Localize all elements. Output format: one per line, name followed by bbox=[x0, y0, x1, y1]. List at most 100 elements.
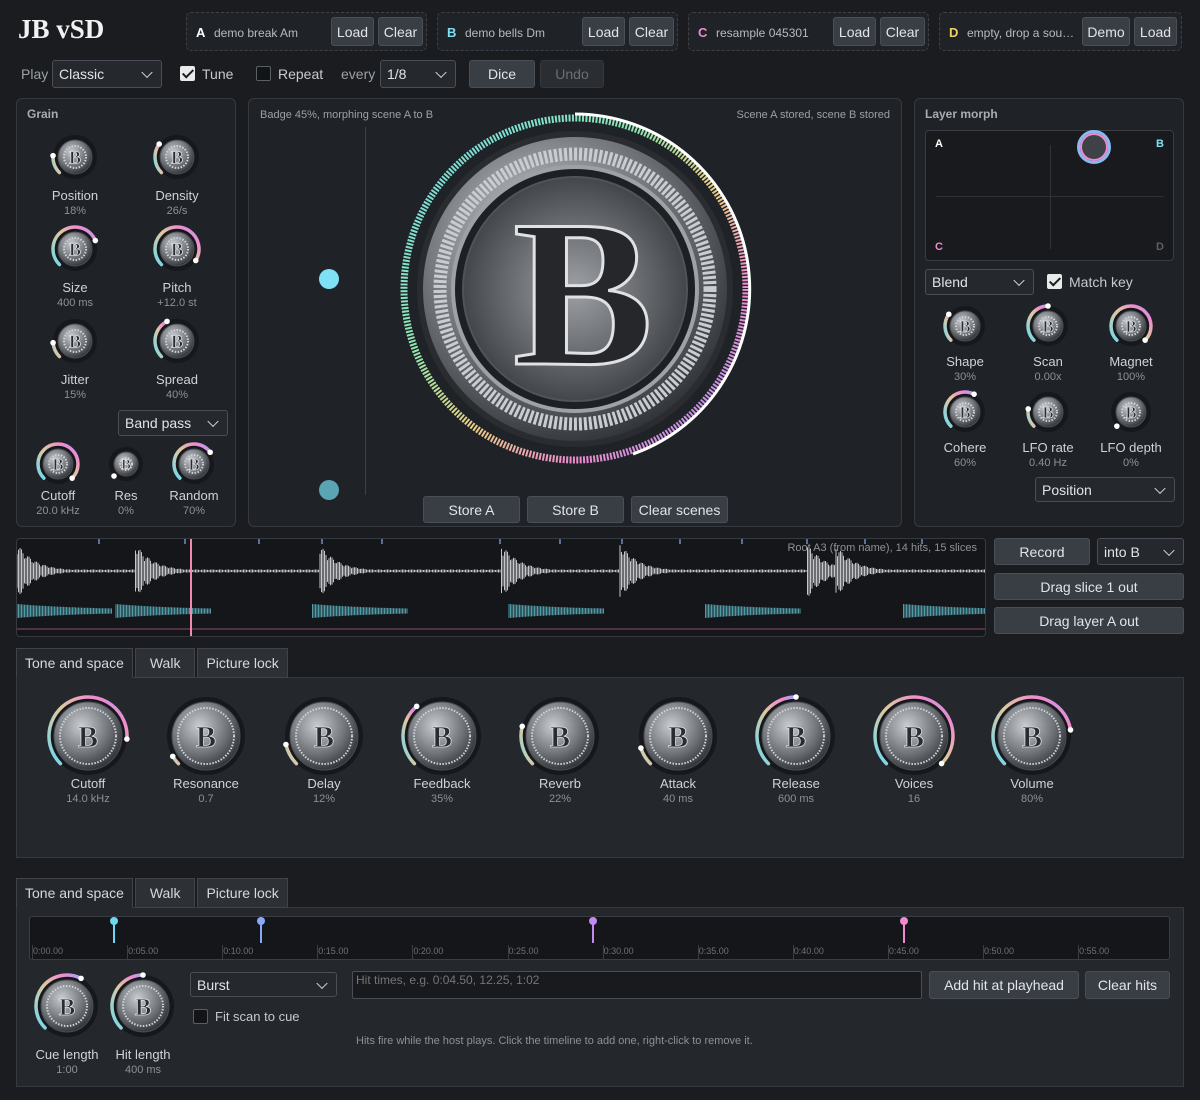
slot-b-clear-button[interactable]: Clear bbox=[629, 17, 674, 46]
fx-reverb-knob[interactable]: B bbox=[518, 694, 602, 778]
scene-a-handle[interactable] bbox=[319, 269, 339, 289]
morph-lfo-rate-knob[interactable]: B bbox=[1025, 389, 1071, 435]
grain-filter-res-knob[interactable]: B bbox=[106, 444, 146, 484]
morph-shape-knob[interactable]: B bbox=[942, 303, 988, 349]
morph-puck[interactable] bbox=[1077, 130, 1111, 164]
tab-walk[interactable]: Walk bbox=[134, 878, 196, 908]
tune-checkbox[interactable] bbox=[180, 66, 195, 81]
slot-c-clear-button[interactable]: Clear bbox=[880, 17, 925, 46]
store-b-button[interactable]: Store B bbox=[527, 496, 624, 523]
app-title: JB vSD bbox=[18, 14, 105, 44]
slot-d-demo-button[interactable]: Demo bbox=[1082, 17, 1130, 46]
knob-dial-icon: B bbox=[167, 697, 245, 775]
fx-voices-knob[interactable]: B bbox=[872, 694, 956, 778]
store-a-button[interactable]: Store A bbox=[423, 496, 520, 523]
morph-xy-pad[interactable]: A B C D bbox=[925, 130, 1174, 261]
grain-filter-random-knob[interactable]: B bbox=[171, 441, 217, 487]
grain-spread-knob[interactable]: B bbox=[152, 316, 202, 366]
tab-walk[interactable]: Walk bbox=[134, 648, 196, 678]
scene-b-handle[interactable] bbox=[319, 480, 339, 500]
cue-hit-length-knob[interactable]: B bbox=[109, 972, 177, 1040]
fx-release-value: 600 ms bbox=[777, 793, 815, 805]
record-target-select[interactable]: into B bbox=[1097, 538, 1184, 565]
grain-filter-random-value: 70% bbox=[182, 505, 206, 517]
tab-tone-and-space[interactable]: Tone and space bbox=[16, 648, 133, 678]
chevron-down-icon bbox=[207, 415, 219, 428]
slot-b-load-button[interactable]: Load bbox=[582, 17, 625, 46]
tab-picture-lock[interactable]: Picture lock bbox=[197, 648, 288, 678]
grain-jitter-knob[interactable]: B bbox=[50, 316, 100, 366]
timeline-tick-label: 0:30.00 bbox=[603, 946, 634, 956]
every-select[interactable]: 1/8 bbox=[380, 60, 456, 88]
drag-slice-button[interactable]: Drag slice 1 out bbox=[994, 573, 1184, 600]
grain-pitch-value: +12.0 st bbox=[157, 297, 197, 309]
svg-text:B: B bbox=[314, 720, 334, 754]
repeat-checkbox[interactable] bbox=[256, 66, 271, 81]
morph-slider-track[interactable] bbox=[365, 127, 366, 495]
fx-release-knob[interactable]: B bbox=[754, 694, 838, 778]
badge-emblem[interactable]: B bbox=[385, 102, 765, 482]
tab-picture-lock[interactable]: Picture lock bbox=[197, 878, 288, 908]
grain-filter-random-label: Random bbox=[169, 488, 219, 503]
playhead[interactable] bbox=[190, 539, 192, 636]
grain-density-knob[interactable]: B bbox=[152, 132, 202, 182]
fx-feedback-label: Feedback bbox=[413, 776, 471, 791]
morph-magnet-knob[interactable]: B bbox=[1108, 303, 1154, 349]
waveform-display[interactable]: Root A3 (from name), 14 hits, 15 slices bbox=[16, 538, 986, 637]
record-button[interactable]: Record bbox=[994, 538, 1090, 565]
add-hit-button[interactable]: Add hit at playhead bbox=[929, 971, 1079, 999]
slot-d-load-button[interactable]: Load bbox=[1134, 17, 1177, 46]
drag-layer-button[interactable]: Drag layer A out bbox=[994, 607, 1184, 634]
grain-filter-select[interactable]: Band pass bbox=[118, 410, 228, 436]
svg-text:B: B bbox=[959, 403, 970, 422]
morph-scan-knob[interactable]: B bbox=[1025, 303, 1071, 349]
slot-c-load-button[interactable]: Load bbox=[833, 17, 876, 46]
morph-lfo-depth-knob[interactable]: B bbox=[1108, 389, 1154, 435]
hit-marker[interactable] bbox=[109, 917, 118, 945]
cue-cue-length-knob[interactable]: B bbox=[33, 972, 101, 1040]
knob-dial-icon: B bbox=[109, 447, 143, 481]
fx-attack-knob[interactable]: B bbox=[636, 694, 720, 778]
grain-size-value: 400 ms bbox=[56, 297, 94, 309]
morph-target-select[interactable]: Position bbox=[1035, 477, 1175, 502]
slot-d[interactable]: D empty, drop a sou… Demo Load bbox=[939, 12, 1182, 51]
cue-mode-select[interactable]: Burst bbox=[190, 972, 337, 997]
hit-times-input[interactable] bbox=[352, 971, 922, 999]
undo-button[interactable]: Undo bbox=[540, 60, 604, 88]
svg-text:B: B bbox=[196, 720, 216, 754]
slot-a[interactable]: A demo break Am Load Clear bbox=[186, 12, 427, 51]
slot-a-clear-button[interactable]: Clear bbox=[378, 17, 423, 46]
grain-position-knob[interactable]: B bbox=[50, 132, 100, 182]
clear-hits-button[interactable]: Clear hits bbox=[1085, 971, 1170, 999]
play-mode-select[interactable]: Classic bbox=[52, 60, 162, 88]
every-value: 1/8 bbox=[387, 66, 407, 82]
morph-cohere-knob[interactable]: B bbox=[942, 389, 988, 435]
clear-scenes-button[interactable]: Clear scenes bbox=[631, 496, 728, 523]
svg-text:B: B bbox=[52, 455, 63, 474]
grain-size-knob[interactable]: B bbox=[50, 224, 100, 274]
fx-cutoff-knob[interactable]: B bbox=[46, 694, 130, 778]
fx-feedback-knob[interactable]: B bbox=[400, 694, 484, 778]
tab-tone-and-space[interactable]: Tone and space bbox=[16, 878, 133, 908]
svg-text:B: B bbox=[959, 317, 970, 336]
hit-marker[interactable] bbox=[588, 917, 597, 945]
fx-volume-knob[interactable]: B bbox=[990, 694, 1074, 778]
slot-b[interactable]: B demo bells Dm Load Clear bbox=[437, 12, 678, 51]
fx-delay-knob[interactable]: B bbox=[282, 694, 366, 778]
grain-pitch-knob[interactable]: B bbox=[152, 224, 202, 274]
fx-resonance-knob[interactable]: B bbox=[164, 694, 248, 778]
dice-button[interactable]: Dice bbox=[469, 60, 535, 88]
cue-timeline[interactable]: 0:00.00 0:05.00 0:10.00 0:15.00 0:20.00 0:25.… bbox=[29, 916, 1170, 960]
slot-c[interactable]: C resample 045301 Load Clear bbox=[688, 12, 929, 51]
knob-dial-icon: B bbox=[519, 697, 599, 775]
fit-scan-checkbox[interactable] bbox=[193, 1009, 208, 1024]
hit-marker[interactable] bbox=[899, 917, 908, 945]
grain-position-label: Position bbox=[51, 188, 99, 203]
morph-mode-select[interactable]: Blend bbox=[925, 269, 1034, 295]
slot-a-load-button[interactable]: Load bbox=[331, 17, 374, 46]
slot-d-letter: D bbox=[949, 25, 959, 40]
knob-dial-icon: B bbox=[873, 695, 955, 775]
match-key-checkbox[interactable] bbox=[1047, 274, 1062, 289]
grain-filter-cutoff-knob[interactable]: B bbox=[35, 441, 81, 487]
hit-marker[interactable] bbox=[257, 917, 266, 945]
